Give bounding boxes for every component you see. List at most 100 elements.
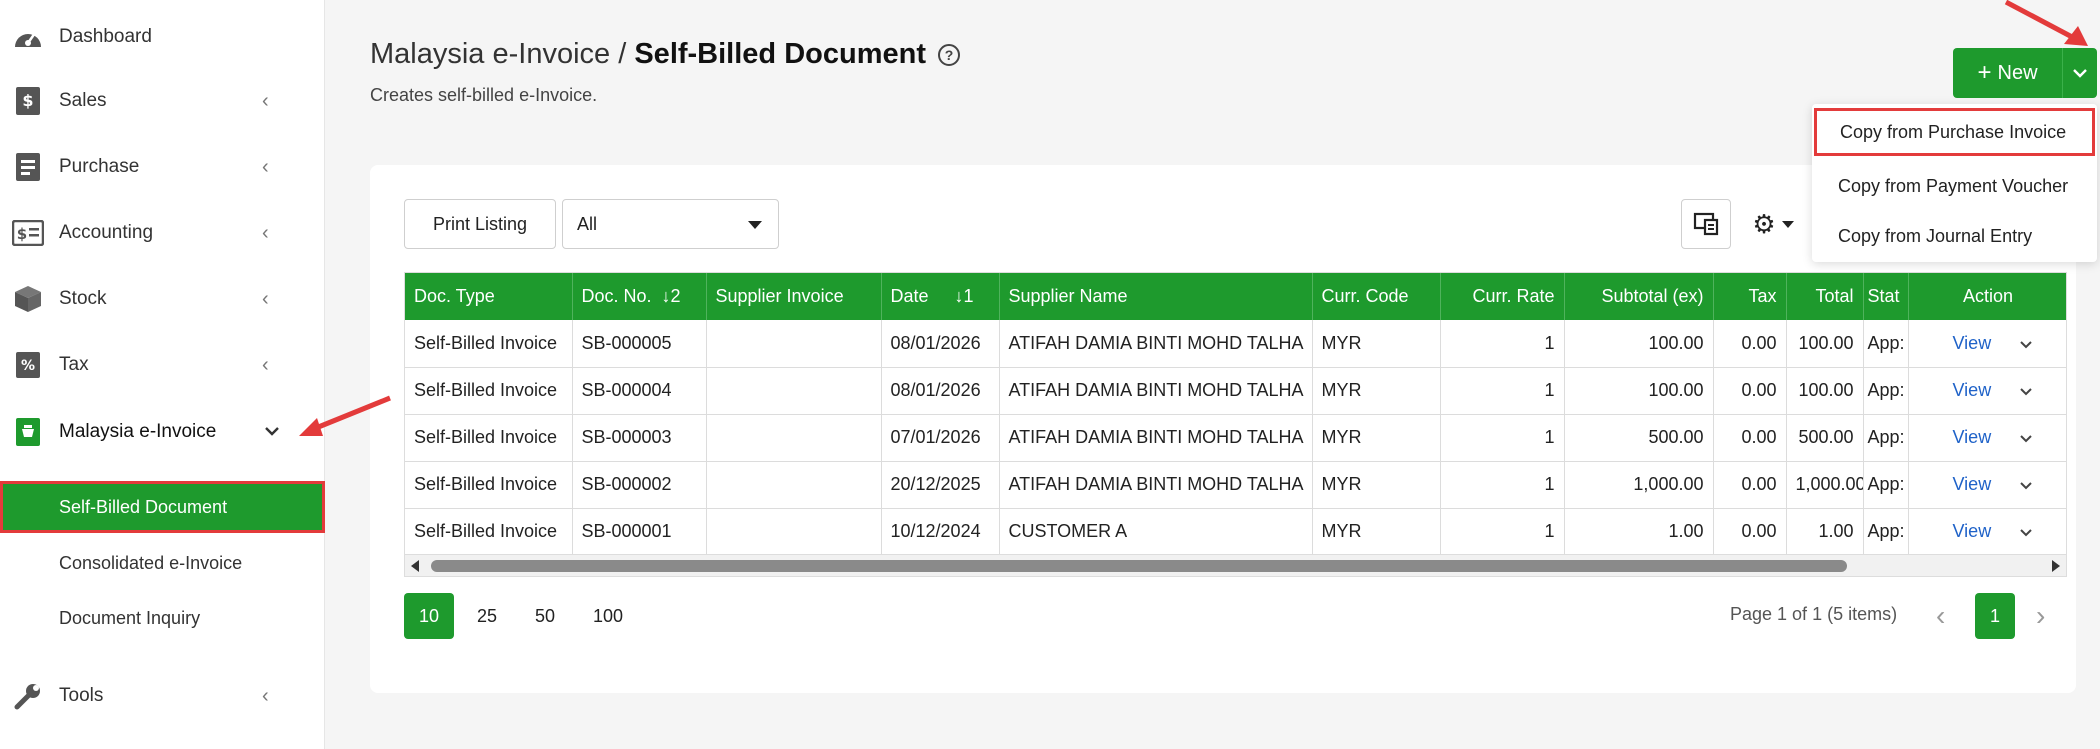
sidebar-item-tax[interactable]: % Tax ‹ (0, 340, 325, 390)
help-icon[interactable]: ? (938, 43, 960, 66)
cell-tax: 0.00 (1713, 367, 1787, 415)
print-listing-button[interactable]: Print Listing (404, 199, 556, 249)
sidebar-item-dashboard[interactable]: Dashboard (0, 12, 325, 62)
next-page-icon[interactable]: › (2036, 600, 2045, 632)
cell-tax: 0.00 (1713, 320, 1787, 368)
sidebar-item-stock[interactable]: Stock ‹ (0, 274, 325, 324)
annotation-arrow-icon (299, 395, 391, 436)
table-row[interactable]: Self-Billed Invoice SB-000002 20/12/2025 AT… (405, 461, 2066, 509)
table-row[interactable]: Self-Billed Invoice SB-000003 07/01/2026 AT… (405, 414, 2066, 462)
column-header-curr-code[interactable]: Curr. Code (1312, 273, 1441, 320)
dashboard-icon (12, 21, 44, 53)
cell-tax: 0.00 (1713, 461, 1787, 509)
cell-date: 08/01/2026 (881, 320, 1000, 368)
cell-date: 07/01/2026 (881, 414, 1000, 462)
view-link[interactable]: View (1953, 380, 1992, 400)
view-link[interactable]: View (1953, 521, 1992, 541)
scrollbar-thumb[interactable] (431, 560, 1847, 572)
cell-subtotal: 100.00 (1564, 320, 1714, 368)
column-header-total[interactable]: Total (1786, 273, 1864, 320)
settings-dropdown[interactable]: ⚙ (1742, 199, 1804, 249)
column-header-supplier-invoice[interactable]: Supplier Invoice (706, 273, 882, 320)
column-header-curr-rate[interactable]: Curr. Rate (1440, 273, 1565, 320)
cell-subtotal: 100.00 (1564, 367, 1714, 415)
sidebar-item-purchase[interactable]: Purchase ‹ (0, 142, 325, 192)
column-header-doc-no[interactable]: Doc. No. ↓2 (572, 273, 707, 320)
chevron-down-icon[interactable] (2019, 427, 2033, 447)
page-size-10[interactable]: 10 (404, 593, 454, 639)
sidebar-subitem-document-inquiry[interactable]: Document Inquiry (0, 592, 325, 644)
column-header-supplier-name[interactable]: Supplier Name (999, 273, 1313, 320)
filter-select[interactable]: All (562, 199, 779, 249)
table-row[interactable]: Self-Billed Invoice SB-000004 08/01/2026 AT… (405, 367, 2066, 415)
view-link[interactable]: View (1953, 474, 1992, 494)
cell-curr-rate: 1 (1440, 320, 1565, 368)
cell-total: 1.00 (1786, 508, 1864, 554)
menu-item-copy-journal-entry[interactable]: Copy from Journal Entry (1812, 212, 2097, 260)
cell-curr-rate: 1 (1440, 367, 1565, 415)
cell-curr-code: MYR (1312, 367, 1441, 415)
cell-doc-type: Self-Billed Invoice (405, 461, 573, 509)
chevron-down-icon[interactable] (2019, 333, 2033, 353)
chevron-down-icon[interactable] (2019, 474, 2033, 494)
cell-status: App: (1863, 461, 1909, 509)
column-header-doc-type[interactable]: Doc. Type (405, 273, 573, 320)
sidebar-item-label: Malaysia e-Invoice (59, 421, 217, 442)
menu-item-copy-purchase-invoice[interactable]: Copy from Purchase Invoice (1814, 108, 2095, 156)
cell-supplier-invoice (706, 508, 882, 554)
cell-doc-no: SB-000004 (572, 367, 707, 415)
column-header-status[interactable]: Stat (1863, 273, 1909, 320)
page-size-50[interactable]: 50 (520, 593, 570, 639)
chevron-left-icon: ‹ (262, 155, 269, 178)
cell-supplier-invoice (706, 367, 882, 415)
svg-text:$: $ (22, 91, 33, 110)
sidebar-item-sales[interactable]: $ Sales ‹ (0, 76, 325, 126)
cell-doc-no: SB-000002 (572, 461, 707, 509)
cell-supplier-invoice (706, 461, 882, 509)
plus-icon: + (1977, 59, 1992, 86)
column-header-label: Date (890, 286, 929, 306)
column-header-tax[interactable]: Tax (1713, 273, 1787, 320)
sidebar-subitem-consolidated-einvoice[interactable]: Consolidated e-Invoice (0, 537, 325, 589)
column-chooser-button[interactable] (1681, 199, 1731, 249)
chevron-left-icon: ‹ (262, 353, 269, 376)
page-button-current[interactable]: 1 (1975, 593, 2015, 639)
chevron-down-icon[interactable] (2019, 380, 2033, 400)
sidebar-item-label: Tools (59, 685, 104, 706)
cell-action: View (1908, 508, 2066, 554)
cell-doc-no: SB-000005 (572, 320, 707, 368)
prev-page-icon[interactable]: ‹ (1936, 600, 1945, 632)
tools-icon (12, 680, 44, 712)
table-row[interactable]: Self-Billed Invoice SB-000001 10/12/2024 CU… (405, 508, 2066, 554)
view-link[interactable]: View (1953, 333, 1992, 353)
cell-date: 10/12/2024 (881, 508, 1000, 554)
new-dropdown-toggle[interactable] (2063, 48, 2097, 98)
sidebar-item-label: Purchase (59, 156, 140, 177)
menu-item-copy-payment-voucher[interactable]: Copy from Payment Voucher (1812, 162, 2097, 210)
horizontal-scrollbar[interactable] (404, 555, 2067, 577)
new-button[interactable]: + New (1953, 48, 2063, 98)
svg-text:%: % (21, 358, 35, 374)
cell-action: View (1908, 461, 2066, 509)
cell-doc-no: SB-000001 (572, 508, 707, 554)
cell-tax: 0.00 (1713, 414, 1787, 462)
table-row[interactable]: Self-Billed Invoice SB-000005 08/01/2026 AT… (405, 320, 2066, 368)
cell-supplier-name: ATIFAH DAMIA BINTI MOHD TALHA (999, 461, 1313, 509)
view-link[interactable]: View (1953, 427, 1992, 447)
scroll-left-icon[interactable] (411, 560, 419, 572)
cell-date: 20/12/2025 (881, 461, 1000, 509)
page-size-25[interactable]: 25 (462, 593, 512, 639)
scroll-right-icon[interactable] (2052, 560, 2060, 572)
chevron-down-icon[interactable] (2019, 521, 2033, 541)
sidebar-item-tools[interactable]: Tools ‹ (0, 671, 325, 721)
sidebar-item-accounting[interactable]: $ Accounting ‹ (0, 208, 325, 258)
column-header-date[interactable]: Date ↓1 (881, 273, 1000, 320)
purchase-icon (12, 151, 44, 183)
column-header-subtotal[interactable]: Subtotal (ex) (1564, 273, 1714, 320)
page-size-100[interactable]: 100 (580, 593, 636, 639)
sidebar-item-label: Sales (59, 90, 107, 111)
sidebar-item-malaysia-einvoice[interactable]: Malaysia e-Invoice (0, 407, 325, 457)
sidebar-subitem-self-billed-document[interactable]: Self-Billed Document (0, 481, 325, 533)
cell-supplier-name: CUSTOMER A (999, 508, 1313, 554)
cell-supplier-invoice (706, 320, 882, 368)
